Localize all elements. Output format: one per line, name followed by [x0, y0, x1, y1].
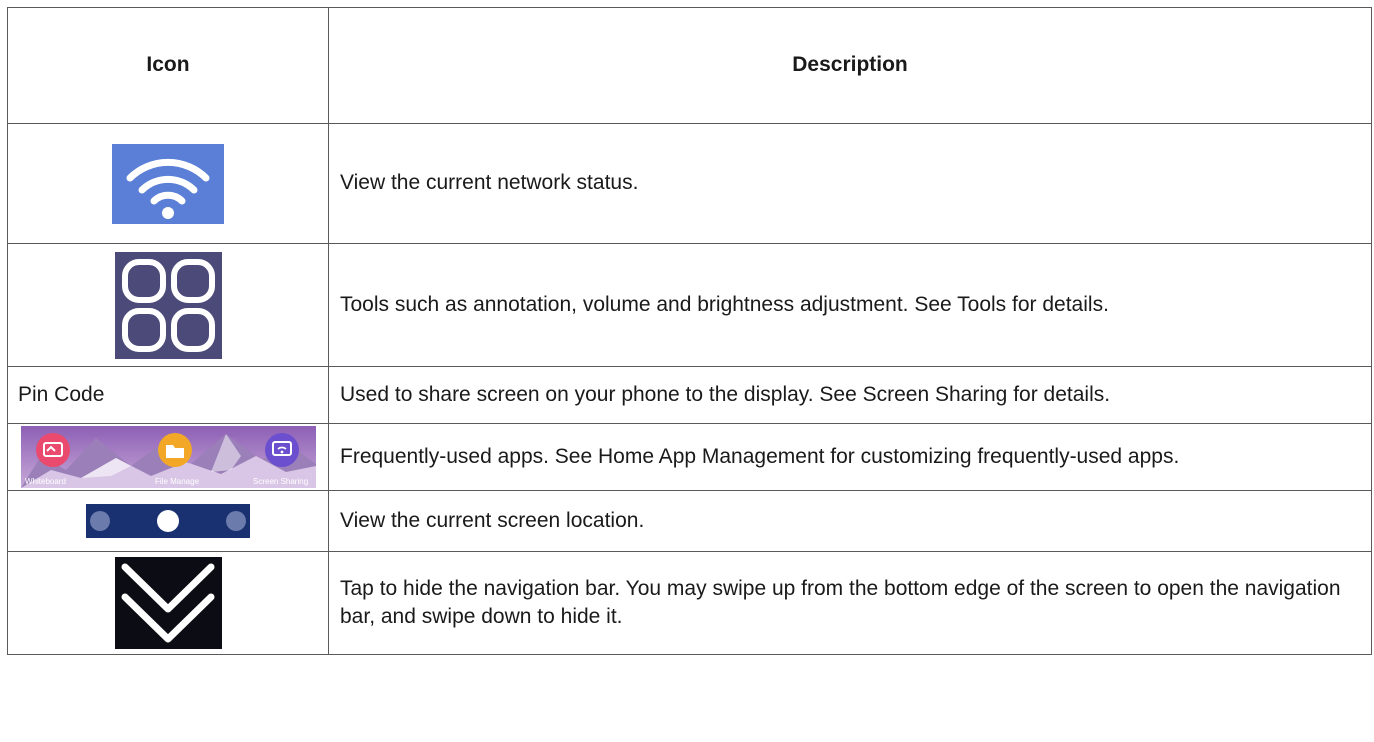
- frequent-apps-strip: Whiteboard File Manage Screen Sharing: [20, 426, 316, 488]
- table-row: Pin Code Used to share screen on your ph…: [7, 366, 1372, 424]
- table-row: Tools such as annotation, volume and bri…: [7, 243, 1372, 367]
- table-row: View the current screen location.: [7, 490, 1372, 552]
- pin-code-label: Pin Code: [7, 366, 329, 424]
- table-row: View the current network status.: [7, 123, 1372, 244]
- tools-grid-icon: [114, 251, 222, 359]
- description-cell: View the current screen location.: [328, 490, 1372, 552]
- whiteboard-app-icon: [35, 433, 70, 467]
- icon-cell: [7, 490, 329, 552]
- description-cell: Frequently-used apps. See Home App Manag…: [328, 423, 1372, 491]
- icon-cell: [7, 123, 329, 244]
- file-manager-app-label: File Manage: [155, 477, 200, 486]
- whiteboard-app-label: Whiteboard: [25, 477, 66, 486]
- wifi-icon: [112, 143, 224, 224]
- header-icon: Icon: [7, 7, 329, 124]
- description-cell: Tap to hide the navigation bar. You may …: [328, 551, 1372, 655]
- page-indicator-dots-icon: [86, 504, 250, 538]
- icon-cell: [7, 243, 329, 367]
- icon-description-table: Icon Description View the current networ…: [7, 7, 1372, 655]
- table-header-row: Icon Description: [7, 7, 1372, 124]
- description-cell: Used to share screen on your phone to th…: [328, 366, 1372, 424]
- screen-sharing-app-icon: [264, 433, 299, 467]
- description-cell: Tools such as annotation, volume and bri…: [328, 243, 1372, 367]
- table-row: Tap to hide the navigation bar. You may …: [7, 551, 1372, 655]
- description-cell: View the current network status.: [328, 123, 1372, 244]
- file-manager-app-icon: [157, 433, 192, 467]
- icon-cell: [7, 551, 329, 655]
- screen-sharing-app-label: Screen Sharing: [253, 477, 308, 486]
- header-description: Description: [328, 7, 1372, 124]
- chevron-down-double-icon: [114, 557, 222, 649]
- table-row: Whiteboard File Manage Screen Sharing Fr…: [7, 423, 1372, 491]
- icon-cell: Whiteboard File Manage Screen Sharing: [7, 423, 329, 491]
